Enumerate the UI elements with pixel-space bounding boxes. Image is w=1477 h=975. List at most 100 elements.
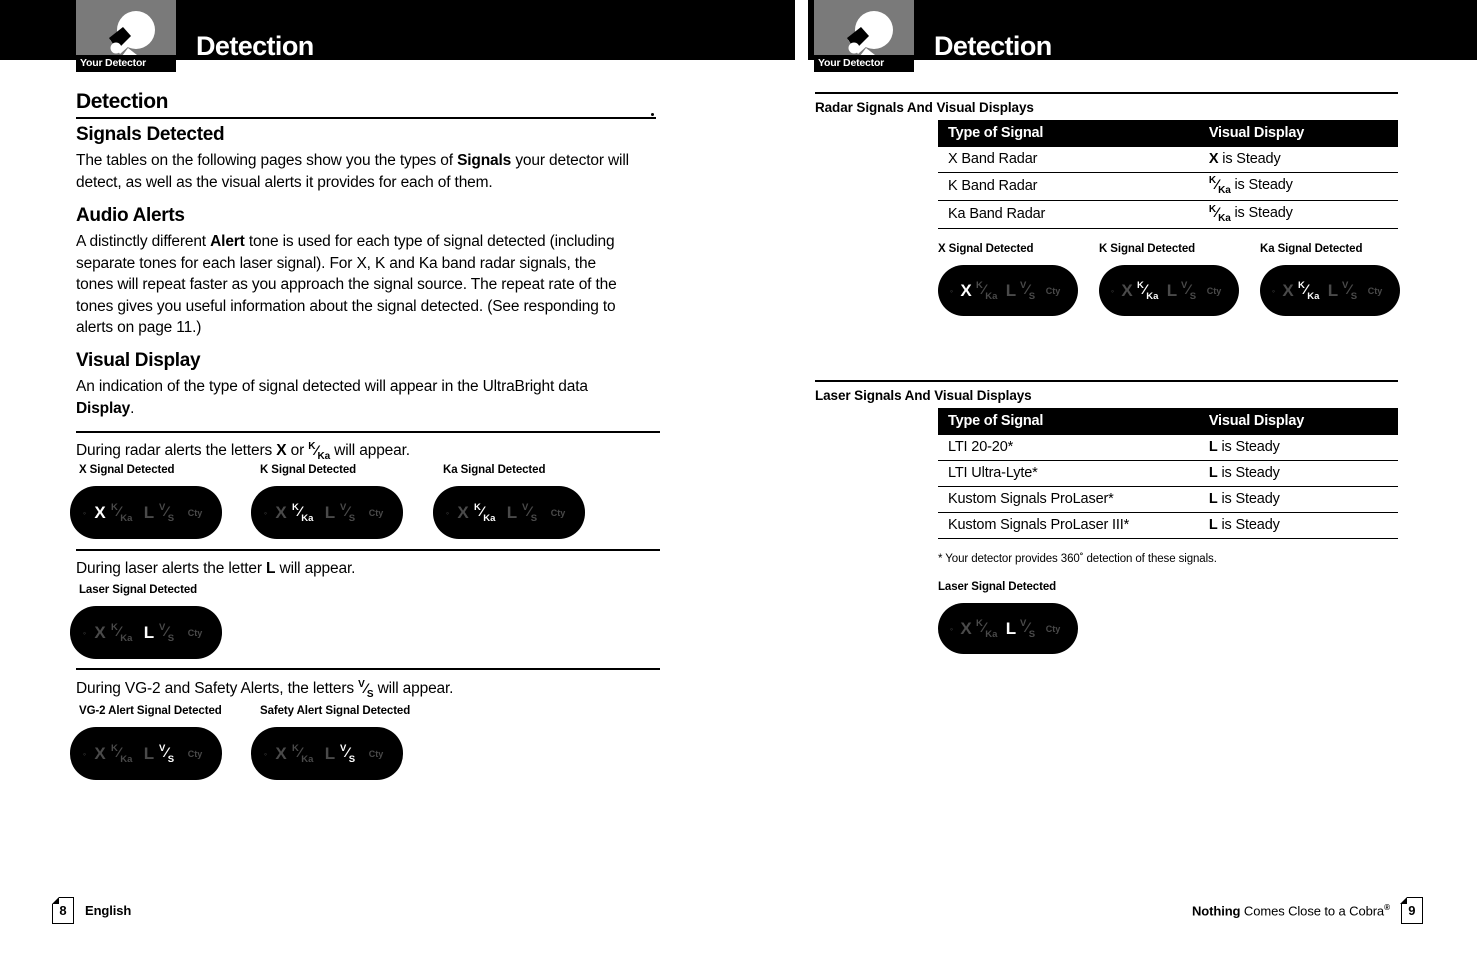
segment-k-ka: K⁄Ka bbox=[1137, 280, 1159, 302]
caption-laser-alerts: During laser alerts the letter L will ap… bbox=[76, 558, 355, 580]
segment-k-ka: K⁄Ka bbox=[292, 502, 314, 524]
page-number-badge: 8 bbox=[51, 896, 74, 924]
segment-l: L bbox=[1166, 280, 1178, 300]
segment-l: L bbox=[143, 622, 155, 642]
divider-r2 bbox=[815, 380, 1398, 382]
speaker-icon: ◦ bbox=[1271, 285, 1275, 296]
display-caption: Safety Alert Signal Detected bbox=[260, 705, 411, 717]
text-run: is Steady bbox=[1217, 439, 1280, 455]
segment-x: X bbox=[1121, 280, 1133, 300]
footer-left: 8 English bbox=[51, 896, 131, 924]
text-run-bold: Signals bbox=[457, 152, 512, 169]
text-run-bold: L bbox=[266, 560, 276, 577]
page-title: Detection bbox=[76, 90, 169, 113]
speaker-icon: ◦ bbox=[949, 623, 953, 634]
chapter-tab-right: Your Detector bbox=[814, 0, 914, 72]
segment-v-s: V⁄S bbox=[1181, 280, 1197, 302]
segment-cty: Cty bbox=[1045, 285, 1061, 296]
header-title-left: Detection bbox=[196, 31, 314, 61]
cell-visual-display: X is Steady bbox=[1198, 147, 1398, 173]
divider-3 bbox=[76, 668, 660, 670]
chapter-tab-left: Your Detector bbox=[76, 0, 176, 72]
segment-k-ka: K⁄Ka bbox=[111, 622, 133, 644]
display-caption: X Signal Detected bbox=[938, 243, 1034, 255]
display-caption: Ka Signal Detected bbox=[443, 464, 546, 476]
segment-l: L bbox=[1005, 618, 1017, 638]
led-display-ka-signal: ◦ X K⁄Ka L V⁄S Cty bbox=[433, 486, 585, 539]
cell-visual-display: L is Steady bbox=[1198, 486, 1398, 513]
display-caption: VG-2 Alert Signal Detected bbox=[79, 705, 222, 717]
table-laser-signals: Type of Signal Visual Display LTI 20-20*… bbox=[938, 408, 1398, 539]
segment-l: L bbox=[324, 502, 336, 522]
segment-x: X bbox=[94, 502, 106, 522]
k-ka-glyph: K⁄Ka bbox=[1208, 203, 1231, 225]
segment-l: L bbox=[506, 502, 518, 522]
table-row: X Band Radar X is Steady bbox=[938, 147, 1398, 173]
symbol: L bbox=[1208, 517, 1218, 533]
text-run: will appear. bbox=[275, 560, 356, 577]
led-display-laser-signal: ◦ X K⁄Ka L V⁄S Cty bbox=[70, 606, 222, 659]
segment-cty: Cty bbox=[187, 627, 203, 638]
segment-cty: Cty bbox=[1045, 623, 1061, 634]
symbol: X bbox=[1208, 151, 1219, 167]
display-caption: Laser Signal Detected bbox=[79, 584, 198, 596]
segment-x: X bbox=[275, 502, 287, 522]
segment-cty: Cty bbox=[368, 507, 384, 518]
segment-x: X bbox=[1282, 280, 1294, 300]
segment-v-s: V⁄S bbox=[1020, 280, 1036, 302]
segment-v-s: V⁄S bbox=[522, 502, 538, 524]
paragraph-visual-display: An indication of the type of signal dete… bbox=[76, 376, 636, 419]
column-header-type-of-signal: Type of Signal bbox=[938, 120, 1199, 147]
display-caption: K Signal Detected bbox=[260, 464, 357, 476]
column-header-visual-display: Visual Display bbox=[1198, 408, 1398, 435]
heading-signals-detected: Signals Detected bbox=[76, 124, 225, 145]
segment-cty: Cty bbox=[1206, 285, 1222, 296]
segment-v-s: V⁄S bbox=[1020, 618, 1036, 640]
cell-visual-display: L is Steady bbox=[1198, 435, 1398, 461]
display-caption: K Signal Detected bbox=[1099, 243, 1196, 255]
column-header-type-of-signal: Type of Signal bbox=[938, 408, 1199, 435]
footer-tagline: Nothing Comes Close to a Cobra® bbox=[1192, 903, 1390, 918]
text-run: During VG-2 and Safety Alerts, the lette… bbox=[76, 680, 359, 697]
chapter-tab-label-right: Your Detector bbox=[814, 55, 914, 72]
segment-cty: Cty bbox=[368, 748, 384, 759]
table-radar-signals: Type of Signal Visual Display X Band Rad… bbox=[938, 120, 1398, 230]
cell-visual-display: L is Steady bbox=[1198, 460, 1398, 487]
tagline-bold: Nothing bbox=[1192, 903, 1241, 919]
segment-k-ka: K⁄Ka bbox=[1298, 280, 1320, 302]
speaker-icon: ◦ bbox=[82, 507, 86, 518]
chapter-tab-label-left: Your Detector bbox=[76, 55, 176, 72]
heading-visual-display: Visual Display bbox=[76, 350, 201, 371]
segment-l: L bbox=[143, 502, 155, 522]
segment-cty: Cty bbox=[1367, 285, 1383, 296]
cell-signal-type: LTI 20-20* bbox=[938, 435, 1199, 461]
table-row: LTI 20-20* L is Steady bbox=[938, 435, 1398, 461]
table-footnote: * Your detector provides 360˚ detection … bbox=[938, 553, 1217, 565]
cell-signal-type: K Band Radar bbox=[938, 172, 1199, 202]
symbol: L bbox=[1208, 465, 1218, 481]
cell-visual-display: L is Steady bbox=[1198, 512, 1398, 539]
v-s-glyph: V⁄S bbox=[358, 679, 374, 701]
segment-k-ka: K⁄Ka bbox=[111, 502, 133, 524]
divider-r1 bbox=[815, 92, 1398, 94]
divider-2 bbox=[76, 549, 660, 551]
text-run-bold: Display bbox=[76, 399, 131, 417]
speaker-icon: ◦ bbox=[263, 507, 267, 518]
segment-l: L bbox=[324, 743, 336, 763]
led-display-vg2-signal: ◦ X K⁄Ka L V⁄S Cty bbox=[70, 727, 222, 780]
registered-mark: ® bbox=[1384, 902, 1390, 912]
table-row: Kustom Signals ProLaser* L is Steady bbox=[938, 486, 1398, 513]
text-run: will appear. bbox=[330, 442, 410, 459]
cell-signal-type: LTI Ultra-Lyte* bbox=[938, 460, 1199, 487]
text-run: A distinctly different bbox=[76, 233, 211, 250]
text-run-bold: Alert bbox=[210, 233, 245, 250]
led-display-x-signal: ◦ X K⁄Ka L V⁄S Cty bbox=[70, 486, 222, 539]
page-number-badge: 9 bbox=[1400, 896, 1423, 924]
cell-signal-type: Ka Band Radar bbox=[938, 200, 1199, 230]
speaker-icon: ◦ bbox=[949, 285, 953, 296]
text-run: will appear. bbox=[373, 680, 454, 697]
text-run: is Steady bbox=[1230, 205, 1293, 222]
segment-x: X bbox=[275, 743, 287, 763]
segment-v-s: V⁄S bbox=[1342, 280, 1358, 302]
speaker-icon: ◦ bbox=[263, 748, 267, 759]
